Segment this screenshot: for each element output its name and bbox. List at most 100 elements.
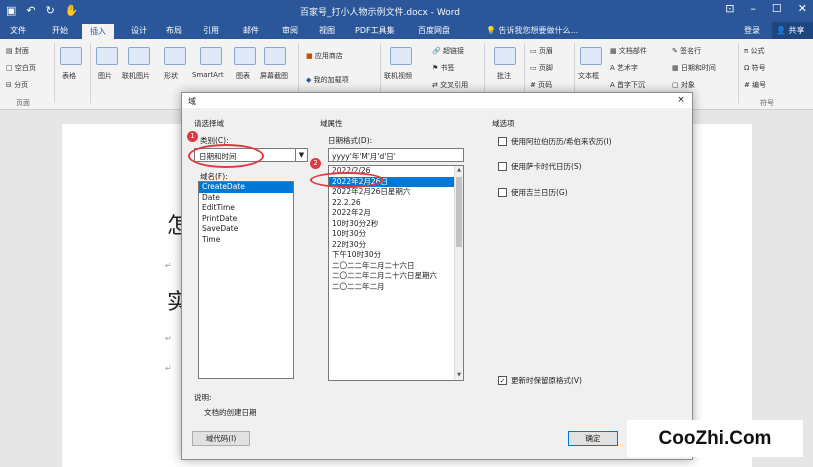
wordart-button[interactable]: A 艺术字: [610, 63, 638, 73]
picture-icon[interactable]: [96, 47, 118, 65]
redo-icon[interactable]: ↻: [46, 3, 55, 19]
date-format-list[interactable]: 2022/2/26 2022年2月26日 2022年2月26日星期六 22.2.…: [328, 165, 464, 381]
date-format-item[interactable]: 2022年2月26日星期六: [329, 187, 454, 198]
tab-home[interactable]: 开始: [52, 25, 68, 36]
date-format-item[interactable]: 二〇二二年二月: [329, 282, 454, 293]
chart-icon[interactable]: [234, 47, 256, 65]
comment-icon[interactable]: [494, 47, 516, 65]
minimize-icon[interactable]: –: [750, 2, 756, 15]
chart-button[interactable]: 图表: [236, 71, 250, 81]
app-store-button[interactable]: ■ 应用商店: [306, 51, 343, 61]
tab-references[interactable]: 引用: [203, 25, 219, 36]
number-icon: #: [744, 81, 753, 89]
date-format-item[interactable]: 22.2.26: [329, 198, 454, 209]
dropdown-arrow-icon[interactable]: ▼: [295, 149, 307, 161]
smartart-button[interactable]: SmartArt: [192, 71, 224, 79]
option-saka-calendar[interactable]: 使用萨卡时代日历(S): [498, 161, 582, 172]
preserve-formatting-option[interactable]: ✓ 更新时保留原格式(V): [498, 375, 582, 386]
tab-design[interactable]: 设计: [131, 25, 147, 36]
field-name-item[interactable]: Time: [199, 235, 293, 246]
date-format-item[interactable]: 二〇二二年二月二十六日星期六: [329, 271, 454, 282]
equation-button[interactable]: π 公式: [744, 46, 764, 56]
field-codes-button[interactable]: 域代码(I): [192, 431, 250, 446]
scroll-thumb[interactable]: [456, 177, 462, 247]
number-button[interactable]: # 编号: [744, 80, 766, 90]
quick-parts-button[interactable]: ▦ 文档部件: [610, 46, 647, 56]
dialog-close-button[interactable]: ×: [670, 93, 692, 108]
bookmark-button[interactable]: ⚑ 书签: [432, 63, 455, 73]
blank-page-button[interactable]: □ 空白页: [6, 63, 36, 73]
ok-button[interactable]: 确定: [568, 431, 618, 446]
picture-button[interactable]: 图片: [98, 71, 112, 81]
tab-layout[interactable]: 布局: [166, 25, 182, 36]
checkbox-checked-icon[interactable]: ✓: [498, 376, 507, 385]
sign-in-link[interactable]: 登录: [744, 25, 760, 36]
textbox-icon[interactable]: [580, 47, 602, 65]
hyperlink-button[interactable]: 🔗 超链接: [432, 46, 464, 56]
shapes-icon[interactable]: [164, 47, 186, 65]
textbox-button[interactable]: 文本框: [578, 71, 599, 81]
comment-button[interactable]: 批注: [497, 71, 511, 81]
field-name-item[interactable]: EditTime: [199, 203, 293, 214]
checkbox-icon[interactable]: [498, 162, 507, 171]
screenshot-button[interactable]: 屏幕截图: [260, 71, 288, 81]
checkbox-icon[interactable]: [498, 137, 507, 146]
shapes-button[interactable]: 形状: [164, 71, 178, 81]
field-name-item[interactable]: PrintDate: [199, 214, 293, 225]
symbol-button[interactable]: Ω 符号: [744, 63, 766, 73]
save-icon[interactable]: ▣: [6, 3, 16, 19]
header-button[interactable]: ▭ 页眉: [530, 46, 553, 56]
watermark: CooZhi.Com: [627, 420, 803, 457]
tab-review[interactable]: 审阅: [282, 25, 298, 36]
close-icon[interactable]: ✕: [798, 2, 807, 15]
ribbon-display-icon[interactable]: ⊡: [725, 2, 734, 15]
tab-pdf-tools[interactable]: PDF工具集: [355, 25, 395, 36]
cross-reference-button[interactable]: ⇄ 交叉引用: [432, 80, 468, 90]
footer-button[interactable]: ▭ 页脚: [530, 63, 553, 73]
date-format-item[interactable]: 22时30分: [329, 240, 454, 251]
object-button[interactable]: ▢ 对象: [672, 80, 695, 90]
date-format-item[interactable]: 10时30分: [329, 229, 454, 240]
smartart-icon[interactable]: [200, 47, 222, 65]
highlight-circle: [310, 172, 384, 188]
page-number-button[interactable]: # 页码: [530, 80, 552, 90]
date-format-item[interactable]: 下午10时30分: [329, 250, 454, 261]
tab-view[interactable]: 视图: [319, 25, 335, 36]
touch-mode-icon[interactable]: ✋: [65, 3, 79, 19]
date-format-input[interactable]: yyyy'年'M'月'd'日': [328, 148, 464, 162]
option-gregorian-calendar[interactable]: 使用吉兰日历(G): [498, 187, 568, 198]
signature-line-button[interactable]: ✎ 签名行: [672, 46, 701, 56]
tab-insert[interactable]: 插入: [82, 24, 114, 39]
my-addins-button[interactable]: ◆ 我的加载项: [306, 75, 349, 85]
online-picture-button[interactable]: 联机图片: [122, 71, 150, 81]
field-name-item[interactable]: CreateDate: [199, 182, 293, 193]
maximize-icon[interactable]: ☐: [772, 2, 782, 15]
field-name-item[interactable]: Date: [199, 193, 293, 204]
field-names-list[interactable]: CreateDate Date EditTime PrintDate SaveD…: [198, 181, 294, 379]
table-button[interactable]: 表格: [62, 71, 76, 81]
online-picture-icon[interactable]: [128, 47, 150, 65]
tab-file[interactable]: 文件: [10, 25, 26, 36]
tell-me-search[interactable]: 💡 告诉我您想要做什么...: [486, 25, 578, 36]
date-time-button[interactable]: ▦ 日期和时间: [672, 63, 716, 73]
tab-mailings[interactable]: 邮件: [243, 25, 259, 36]
scroll-down-icon[interactable]: ▼: [455, 371, 463, 380]
undo-icon[interactable]: ↶: [26, 3, 35, 19]
checkbox-icon[interactable]: [498, 188, 507, 197]
tab-baidu-netdisk[interactable]: 百度网盘: [418, 25, 450, 36]
date-format-scrollbar[interactable]: ▲ ▼: [454, 166, 463, 380]
cover-page-button[interactable]: ▤ 封面: [6, 46, 29, 56]
table-icon[interactable]: [60, 47, 82, 65]
field-name-item[interactable]: SaveDate: [199, 224, 293, 235]
date-format-item[interactable]: 二〇二二年二月二十六日: [329, 261, 454, 272]
page-break-button[interactable]: ⊟ 分页: [6, 80, 28, 90]
scroll-up-icon[interactable]: ▲: [455, 166, 463, 175]
online-video-icon[interactable]: [390, 47, 412, 65]
date-format-item[interactable]: 2022年2月: [329, 208, 454, 219]
share-button[interactable]: 👤 共享: [772, 22, 813, 39]
option-arabic-hebrew-calendar[interactable]: 使用阿拉伯历历/希伯来农历(I): [498, 136, 612, 147]
dropcap-button[interactable]: A 首字下沉: [610, 80, 645, 90]
online-video-button[interactable]: 联机视频: [384, 71, 412, 81]
date-format-item[interactable]: 10时30分2秒: [329, 219, 454, 230]
screenshot-icon[interactable]: [264, 47, 286, 65]
